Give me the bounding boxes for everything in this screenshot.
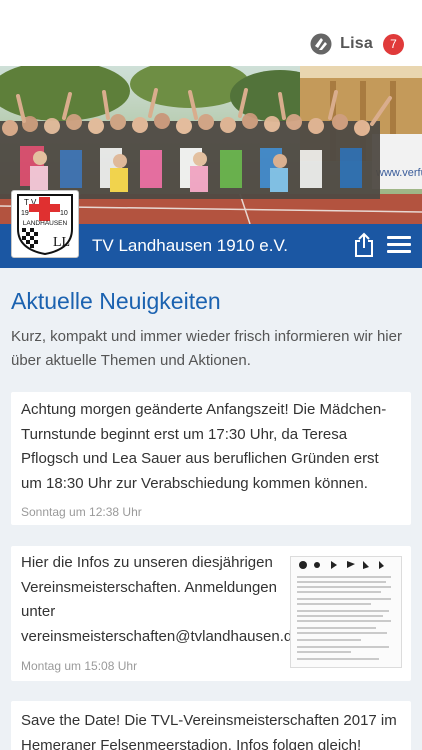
news-card[interactable]: Achtung morgen geänderte Anfangszeit! Di… <box>11 392 411 525</box>
news-card[interactable]: Save the Date! Die TVL-Vereinsmeistersch… <box>11 701 411 750</box>
news-card[interactable]: Hier die Infos zu unseren diesjährigen V… <box>11 546 411 681</box>
hamburger-menu-icon[interactable] <box>387 236 411 254</box>
news-text-line: Vereinsmeisterschaften. Anmeldungen <box>21 578 277 596</box>
news-attachment-thumbnail[interactable] <box>290 556 402 668</box>
user-name[interactable]: Lisa <box>340 35 373 53</box>
news-text: Save the Date! Die TVL-Vereinsmeistersch… <box>21 712 397 750</box>
club-logo-name: LANDHAUSEN <box>23 220 68 227</box>
section-title: Aktuelle Neuigkeiten <box>11 288 221 314</box>
club-logo-year-right: 10 <box>60 210 68 217</box>
news-text-line: Hier die Infos zu unseren diesjährigen <box>21 554 273 571</box>
news-text: Hier die Infos zu unseren diesjährigen V… <box>21 551 301 650</box>
news-text: Achtung morgen geänderte Anfangszeit! Di… <box>21 401 387 492</box>
top-bar: Lisa 7 <box>0 0 422 66</box>
app-logo-icon <box>310 33 332 55</box>
news-email-link[interactable]: vereinsmeisterschaften@tvlandhausen.de <box>21 625 301 650</box>
section-description: Kurz, kompakt und immer wieder frisch in… <box>11 328 402 369</box>
news-timestamp: Montag um 15:08 Uhr <box>21 659 138 673</box>
news-text-line: unter <box>21 603 56 620</box>
club-logo: T V 19 10 LANDHAUSEN LL <box>11 190 79 258</box>
user-menu[interactable]: Lisa 7 <box>310 32 404 56</box>
news-timestamp: Sonntag um 12:38 Uhr <box>21 505 142 519</box>
club-logo-year-left: 19 <box>21 210 29 217</box>
notification-badge[interactable]: 7 <box>383 33 404 55</box>
hero-banner-text: www.verfu <box>375 167 422 179</box>
share-icon[interactable] <box>352 232 376 258</box>
news-section: Aktuelle Neuigkeiten Kurz, kompakt und i… <box>0 268 422 750</box>
club-name: TV Landhausen 1910 e.V. <box>92 236 288 255</box>
club-logo-initials: LL <box>53 235 70 250</box>
